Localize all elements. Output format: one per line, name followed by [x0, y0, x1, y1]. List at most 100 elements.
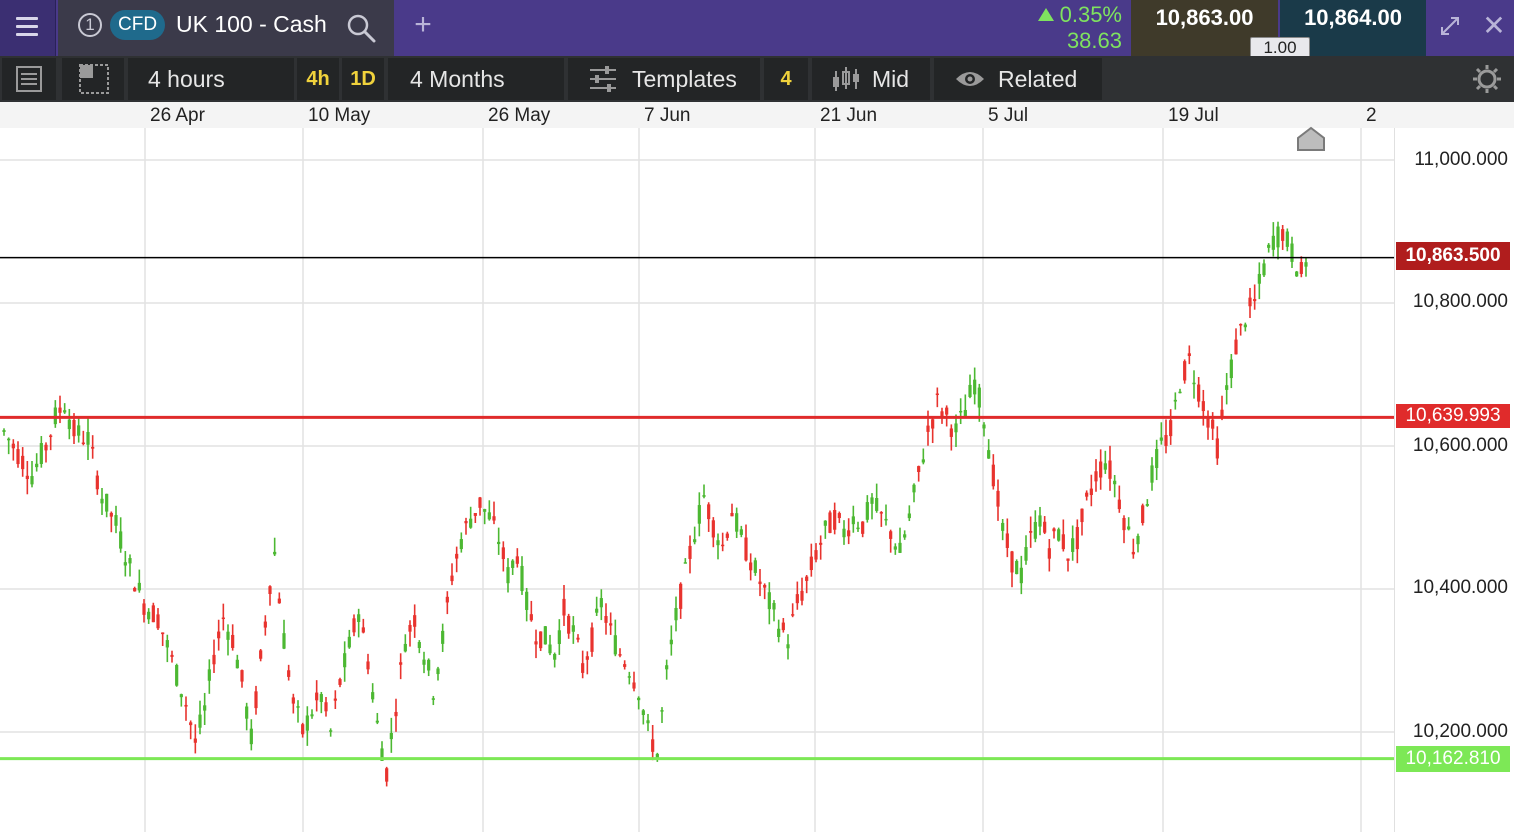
gear-icon — [1473, 65, 1501, 93]
up-candle — [179, 694, 183, 698]
up-candle — [851, 516, 855, 525]
list-view-button[interactable] — [2, 58, 56, 100]
up-candle — [884, 518, 888, 521]
down-candle — [385, 768, 389, 782]
down-candle — [193, 738, 197, 743]
down-candle — [721, 544, 725, 547]
price-type-selector[interactable]: Mid — [812, 58, 930, 100]
interval-4h-button[interactable]: 4h — [297, 58, 339, 100]
up-candle — [114, 515, 118, 526]
down-candle — [240, 670, 244, 682]
period-selector[interactable]: 4 Months — [388, 58, 564, 100]
down-candle — [688, 545, 692, 559]
hamburger-menu-button[interactable] — [0, 0, 56, 56]
up-candle — [427, 659, 431, 671]
down-candle — [1094, 471, 1098, 482]
up-candle — [627, 676, 631, 678]
up-candle — [907, 513, 911, 519]
down-candle — [744, 537, 748, 561]
up-candle — [1295, 271, 1299, 277]
up-candle — [441, 630, 445, 644]
down-candle — [1122, 517, 1126, 531]
down-candle — [1117, 499, 1121, 510]
product-type-badge: CFD — [110, 10, 166, 40]
down-candle — [1085, 492, 1089, 497]
down-candle — [91, 446, 95, 449]
layout-button[interactable] — [62, 58, 124, 100]
down-candle — [394, 711, 398, 717]
down-candle — [1164, 434, 1168, 446]
up-candle — [165, 640, 169, 648]
date-axis-corner — [1394, 102, 1514, 128]
up-candle — [128, 558, 132, 564]
down-candle — [781, 622, 785, 631]
chart-plot-area[interactable] — [0, 126, 1394, 832]
up-candle — [77, 425, 81, 436]
down-candle — [590, 627, 594, 652]
down-candle — [763, 584, 767, 588]
interval-1d-button[interactable]: 1D — [342, 58, 384, 100]
up-candle — [1276, 226, 1280, 248]
up-candle — [1155, 449, 1159, 468]
up-candle — [557, 630, 561, 645]
interval-selector[interactable]: 4 hours — [128, 58, 294, 100]
up-candle — [637, 697, 641, 701]
settings-button[interactable] — [1462, 58, 1512, 100]
up-candle — [53, 407, 57, 425]
down-candle — [623, 664, 627, 667]
buy-price: 10,864.00 — [1304, 5, 1402, 30]
up-candle — [898, 542, 902, 553]
down-candle — [1201, 401, 1205, 412]
down-candle — [795, 594, 799, 604]
up-candle — [520, 565, 524, 592]
down-candle — [837, 513, 841, 519]
up-candle — [753, 560, 757, 573]
related-button[interactable]: Related — [934, 58, 1102, 100]
templates-count-badge[interactable]: 4 — [764, 58, 808, 100]
down-candle — [879, 512, 883, 514]
layout-icon — [79, 64, 109, 94]
up-candle — [417, 642, 421, 648]
up-candle — [245, 706, 249, 719]
up-candle — [1243, 324, 1247, 328]
interval-label: 4 hours — [148, 66, 225, 92]
search-icon[interactable] — [346, 13, 376, 43]
down-candle — [221, 617, 225, 620]
price-axis[interactable]: 11,000.000 10,800.000 10,600.000 10,400.… — [1394, 128, 1514, 832]
up-candle — [329, 730, 333, 732]
add-tab-button[interactable]: + — [408, 0, 438, 56]
down-candle — [604, 616, 608, 623]
down-candle — [991, 464, 995, 487]
up-candle — [1057, 529, 1061, 541]
close-button[interactable]: ✕ — [1482, 0, 1506, 56]
down-candle — [1197, 384, 1201, 402]
down-candle — [133, 587, 137, 592]
down-candle — [833, 509, 837, 530]
candlestick-chart[interactable] — [0, 128, 1394, 832]
down-candle — [501, 547, 505, 560]
expand-button[interactable] — [1436, 0, 1464, 56]
down-candle — [1010, 551, 1014, 573]
price-tick-label: 10,400.000 — [1412, 577, 1508, 598]
down-candle — [730, 512, 734, 517]
up-candle — [389, 732, 393, 740]
down-candle — [581, 663, 585, 673]
up-candle — [954, 423, 958, 433]
up-candle — [375, 720, 379, 723]
up-candle — [1103, 463, 1107, 470]
instrument-header: 1 CFD UK 100 - Cash + 0.35% 38.63 10,863… — [0, 0, 1514, 59]
up-candle — [842, 528, 846, 538]
templates-button[interactable]: Templates — [568, 58, 760, 100]
home-marker-icon[interactable] — [1296, 126, 1326, 154]
up-candle — [2, 430, 6, 432]
instrument-tab[interactable]: 1 CFD UK 100 - Cash — [58, 0, 394, 56]
up-candle — [35, 463, 39, 468]
down-candle — [450, 575, 454, 582]
down-candle — [263, 621, 267, 628]
up-candle — [1038, 515, 1042, 527]
down-candle — [711, 520, 715, 538]
up-candle — [123, 562, 127, 566]
up-candle — [343, 653, 347, 668]
down-candle — [95, 475, 99, 490]
up-candle — [86, 431, 90, 445]
